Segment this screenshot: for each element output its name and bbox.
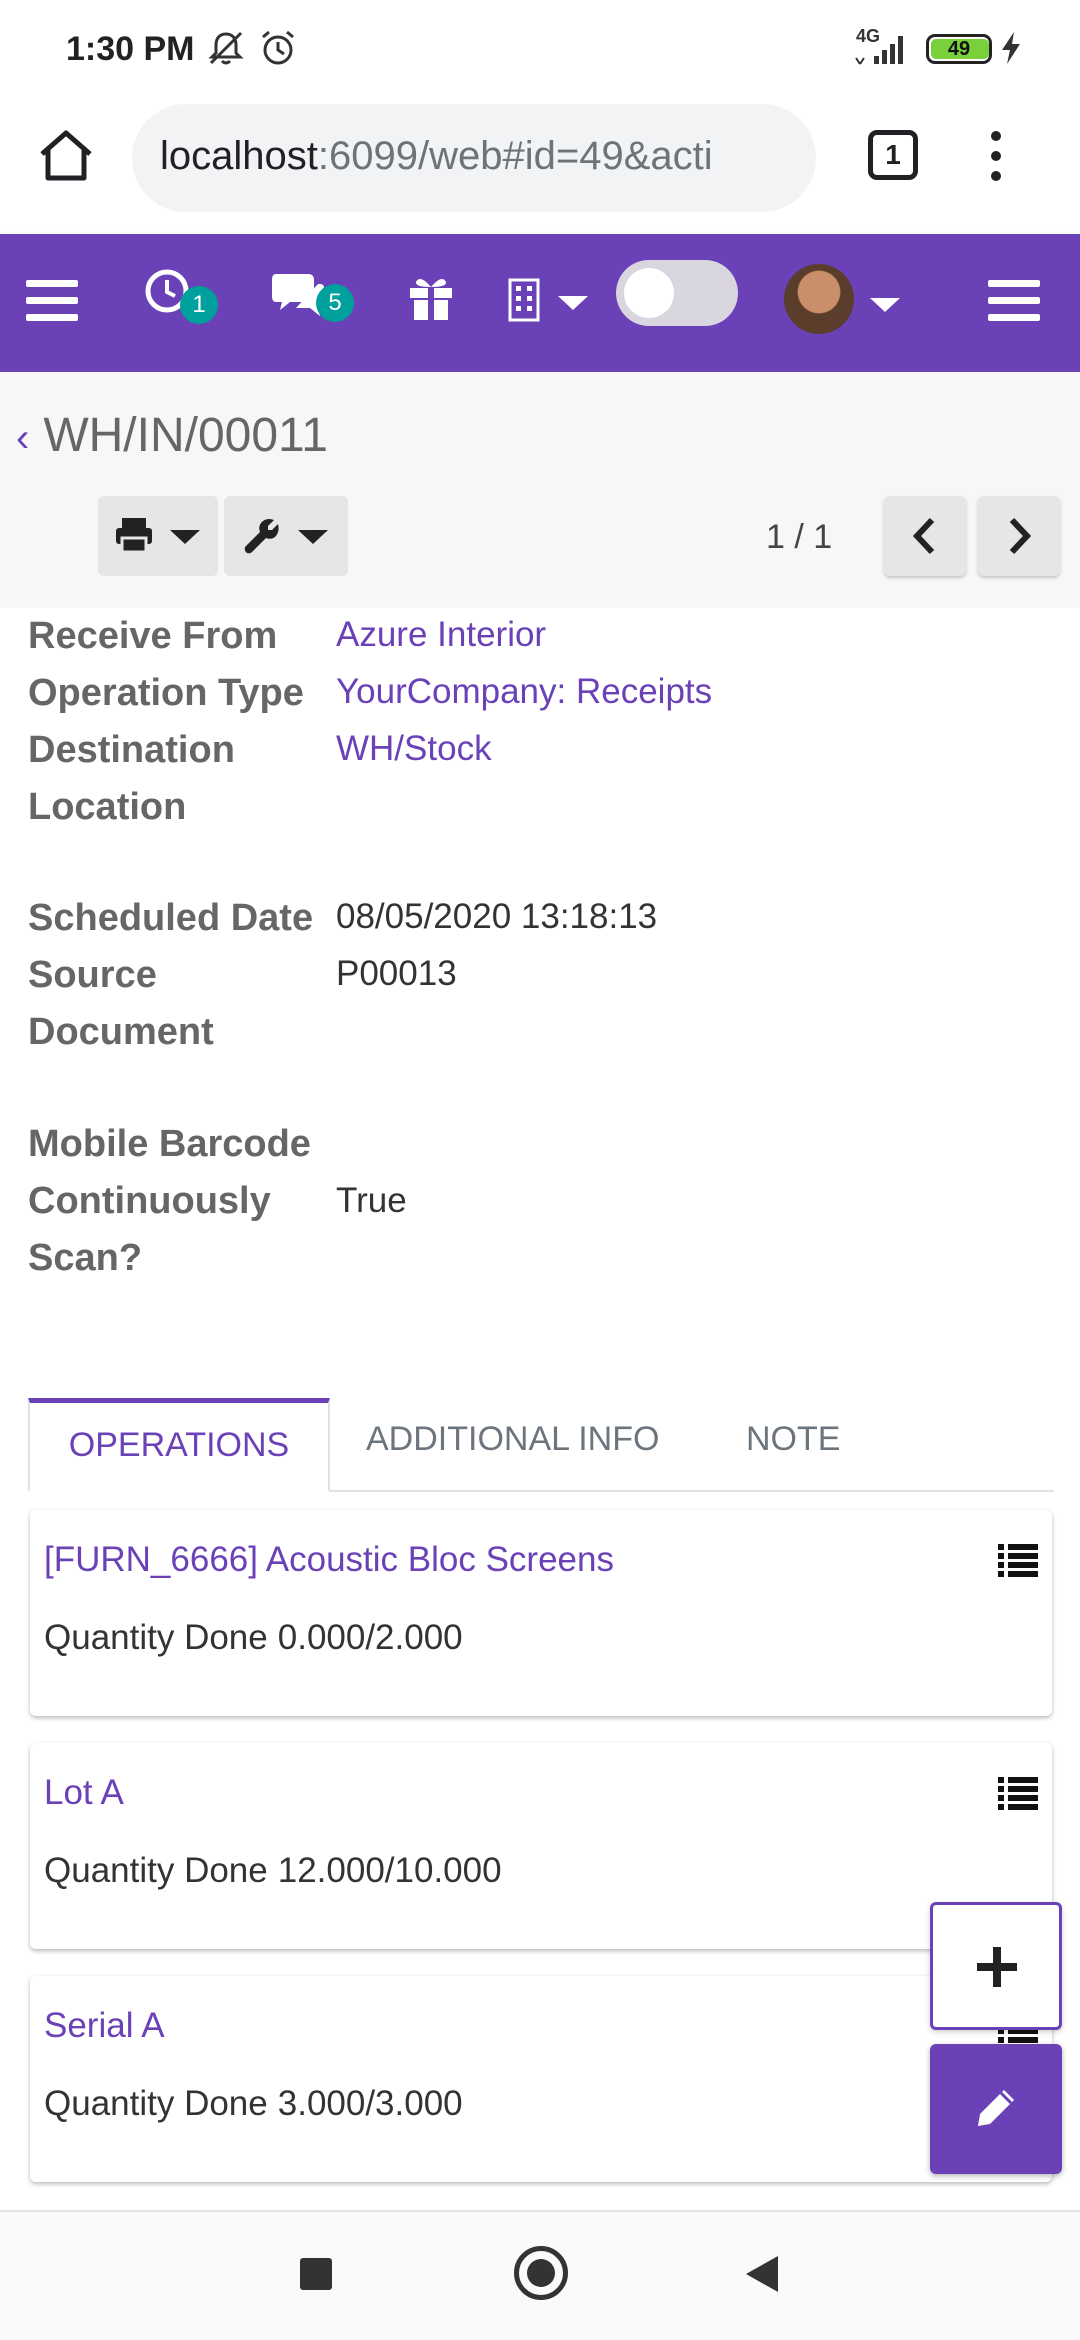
scheduled-date-label: Scheduled Date — [28, 897, 314, 939]
company-switcher[interactable] — [506, 274, 590, 324]
quantity-label: Quantity Done — [44, 2084, 268, 2123]
mobile-barcode-value: True — [336, 1181, 407, 1220]
avatar — [784, 264, 854, 334]
back-chevron-icon[interactable]: ‹ — [16, 416, 29, 460]
source-document-label: Source Document — [28, 947, 318, 1061]
browser-bar: localhost:6099/web#id=49&acti 1 — [0, 100, 1080, 234]
quantity-value: 0.000/2.000 — [277, 1618, 463, 1657]
list-icon[interactable] — [998, 1542, 1038, 1578]
action-button[interactable] — [224, 496, 348, 576]
destination-label-line-2: Location — [28, 786, 187, 828]
plus-icon — [977, 1947, 1017, 1987]
messages-button[interactable]: 5 — [270, 264, 360, 334]
quantity-value: 3.000/3.000 — [277, 2084, 463, 2123]
destination-label-line-1: Destination — [28, 729, 235, 771]
url-host: localhost — [160, 134, 318, 178]
activity-badge: 1 — [180, 286, 218, 324]
scheduled-date-value: 08/05/2020 13:18:13 — [336, 897, 658, 936]
signal-icon — [855, 36, 903, 65]
quantity-label: Quantity Done — [44, 1618, 268, 1657]
tab-operations[interactable]: OPERATIONS — [28, 1398, 330, 1492]
operation-type-label: Operation Type — [28, 672, 304, 714]
list-icon[interactable] — [998, 1775, 1038, 1811]
record-title: WH/IN/00011 — [43, 409, 328, 462]
pager-previous-button[interactable] — [884, 496, 966, 576]
building-icon — [508, 278, 540, 322]
barcode-label-line-1: Mobile Barcode — [28, 1123, 311, 1165]
status-bar: 1:30 PM 4G 49 — [0, 0, 1080, 100]
operation-title[interactable]: Lot A — [44, 1773, 124, 1813]
print-icon — [116, 518, 152, 554]
receive-from-value[interactable]: Azure Interior — [336, 606, 546, 663]
chevron-down-icon — [870, 298, 900, 312]
url-text: localhost:6099/web#id=49&acti — [160, 134, 713, 179]
user-menu[interactable] — [780, 260, 910, 340]
wrench-icon — [244, 519, 279, 554]
home-icon[interactable] — [36, 128, 96, 184]
battery-icon: 49 — [926, 34, 992, 64]
chevron-down-icon — [298, 530, 328, 544]
breadcrumb[interactable]: ‹ WH/IN/00011 — [16, 408, 328, 463]
quantity-label: Quantity Done — [44, 1851, 268, 1890]
operation-title[interactable]: [FURN_6666] Acoustic Bloc Screens — [44, 1540, 614, 1580]
operation-card[interactable]: Serial A Quantity Done 3.000/3.000 — [30, 1976, 1052, 2182]
url-path: :6099/web#id=49&acti — [317, 134, 713, 178]
destination-location-label: Destination Location — [28, 722, 318, 836]
operation-card[interactable]: Lot A Quantity Done 12.000/10.000 — [30, 1743, 1052, 1949]
url-bar[interactable]: localhost:6099/web#id=49&acti — [132, 104, 816, 212]
messages-badge: 5 — [316, 284, 354, 322]
operation-card[interactable]: [FURN_6666] Acoustic Bloc Screens Quanti… — [30, 1510, 1052, 1716]
destination-location-value[interactable]: WH/Stock — [336, 720, 492, 777]
recents-icon[interactable] — [300, 2258, 332, 2290]
source-label-line-2: Document — [28, 1011, 214, 1053]
mobile-barcode-label: Mobile Barcode Continuously Scan? — [28, 1116, 318, 1287]
chevron-down-icon — [558, 296, 588, 310]
quantity-done: Quantity Done 12.000/10.000 — [44, 1851, 502, 1891]
pencil-icon — [978, 2090, 1014, 2126]
home-nav-icon[interactable] — [514, 2246, 568, 2300]
status-time: 1:30 PM — [66, 30, 195, 68]
charging-icon — [1002, 32, 1020, 64]
chevron-left-icon — [912, 518, 935, 554]
android-navigation-bar — [0, 2210, 1080, 2340]
operation-title[interactable]: Serial A — [44, 2006, 165, 2046]
pager-value: 1 / 1 — [766, 518, 833, 556]
tabs-icon[interactable]: 1 — [868, 130, 918, 180]
quantity-done: Quantity Done 0.000/2.000 — [44, 1618, 463, 1658]
source-label-line-1: Source — [28, 954, 157, 996]
top-navbar: 1 5 — [0, 234, 1080, 372]
bell-mute-icon — [208, 31, 244, 65]
battery-level: 49 — [947, 38, 971, 60]
add-button[interactable] — [930, 1902, 1062, 2030]
operation-type-value[interactable]: YourCompany: Receipts — [336, 663, 712, 720]
pager-next-button[interactable] — [978, 496, 1060, 576]
barcode-label-line-2: Continuously — [28, 1180, 271, 1222]
control-panel: ‹ WH/IN/00011 1 / 1 — [0, 372, 1080, 608]
source-document-value: P00013 — [336, 954, 457, 993]
menu-icon[interactable] — [26, 278, 78, 324]
tab-additional-info[interactable]: ADDITIONAL INFO — [366, 1420, 659, 1459]
more-vert-icon[interactable] — [986, 128, 1006, 184]
quantity-value: 12.000/10.000 — [277, 1851, 502, 1890]
barcode-label-line-3: Scan? — [28, 1237, 143, 1279]
back-nav-icon[interactable] — [744, 2254, 780, 2294]
quantity-done: Quantity Done 3.000/3.000 — [44, 2084, 463, 2124]
tab-note[interactable]: NOTE — [746, 1420, 840, 1459]
app-menu-icon[interactable] — [988, 278, 1040, 324]
edit-button[interactable] — [930, 2044, 1062, 2174]
chevron-down-icon — [170, 530, 200, 544]
activity-button[interactable]: 1 — [144, 264, 224, 334]
mode-toggle[interactable] — [616, 260, 738, 326]
gift-icon[interactable] — [406, 272, 456, 322]
print-button[interactable] — [98, 496, 218, 576]
receive-from-label: Receive From — [28, 615, 278, 657]
alarm-icon — [262, 30, 294, 65]
chevron-right-icon — [1009, 518, 1032, 554]
